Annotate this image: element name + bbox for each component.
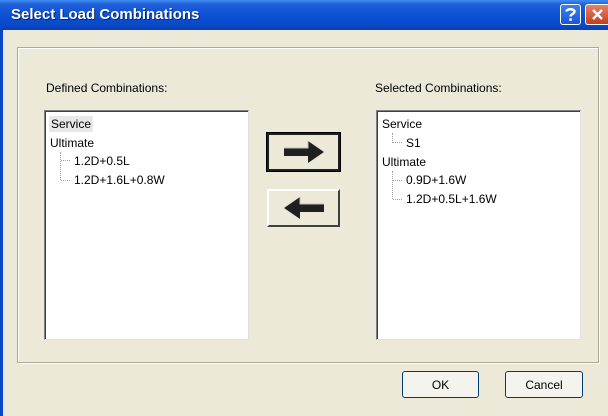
help-button[interactable] [560,4,581,25]
title-bar[interactable]: Select Load Combinations [0,0,608,30]
tree-connector [61,180,70,181]
close-icon [591,9,603,20]
tree-item-service[interactable]: Service [49,116,94,132]
tree-item-combo[interactable]: 0.9D+1.6W [406,172,466,188]
arrow-right-icon [283,141,324,163]
tree-item-combo[interactable]: 1.2D+0.5L+1.6W [406,191,497,207]
defined-combinations-label: Defined Combinations: [46,81,168,95]
window-title: Select Load Combinations [11,6,200,23]
defined-combinations-tree[interactable]: Service Ultimate 1.2D+0.5L 1.2D+1.6L+0.8… [44,110,249,340]
selected-combinations-tree[interactable]: Service S1 Ultimate 0.9D+1.6W 1.2D+0.5L+… [376,110,581,340]
tree-connector [393,142,402,143]
close-button[interactable] [585,4,608,25]
tree-connector [392,171,393,199]
tree-item-ultimate[interactable]: Ultimate [50,135,94,151]
ok-button[interactable]: OK [402,371,479,398]
tree-connector [61,160,70,161]
tree-connector [60,152,61,180]
tree-item-combo[interactable]: S1 [406,135,421,151]
tree-connector [393,199,402,200]
tree-connector [393,180,402,181]
tree-item-service[interactable]: Service [382,116,422,132]
tree-item-combo[interactable]: 1.2D+1.6L+0.8W [74,172,165,188]
help-icon [565,8,576,21]
add-button[interactable] [266,132,341,172]
tree-item-ultimate[interactable]: Ultimate [382,154,426,170]
cancel-button[interactable]: Cancel [505,371,583,398]
arrow-left-icon [283,197,324,219]
remove-button[interactable] [267,189,340,227]
window-frame [0,30,3,416]
tree-item-combo[interactable]: 1.2D+0.5L [74,153,130,169]
dialog-window: Select Load Combinations Defined Combina… [0,0,608,416]
selected-combinations-label: Selected Combinations: [375,81,502,95]
